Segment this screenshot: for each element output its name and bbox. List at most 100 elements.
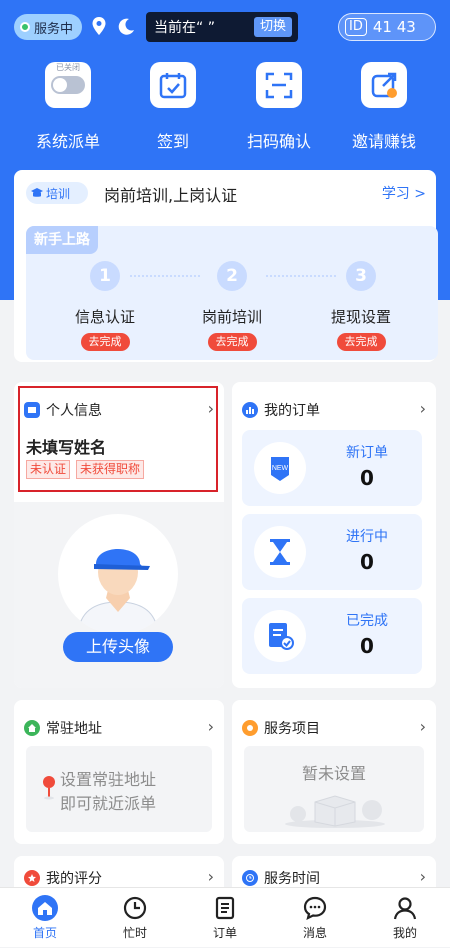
clipboard-icon [211,894,239,922]
clock-icon [121,894,149,922]
service-time-title: 服务时间 [264,871,320,887]
empty-box-icon [285,795,385,828]
chevron-right-icon[interactable]: › [420,399,426,418]
service-title: 服务项目 [264,721,320,737]
id-value: 41 43 [372,18,416,36]
current-location-text: 当前在“ ” [154,20,215,36]
order-count: 0 [360,634,374,658]
orders-title: 我的订单 [264,403,320,419]
tab-busy-time[interactable]: 忙时 [90,888,180,948]
step-complete-button[interactable]: 去完成 [80,333,130,351]
service-header: 服务项目 [242,718,320,738]
chevron-right-icon[interactable]: › [208,867,214,886]
step-number: 1 [90,261,120,291]
upload-avatar-button[interactable]: 上传头像 [63,632,173,662]
quick-action-label: 签到 [156,132,189,151]
address-hint-line2: 即可就近派单 [60,794,157,813]
location-pin-icon[interactable] [91,16,107,36]
service-icon [242,720,258,736]
quick-action-label: 系统派单 [35,132,100,151]
scan-icon [256,62,302,108]
chevron-right-icon[interactable]: › [420,867,426,886]
badge-no-title: 未获得职称 [76,460,145,479]
quick-action-checkin[interactable]: 签到 [123,62,223,152]
moon-icon[interactable] [116,17,136,37]
avatar[interactable] [58,514,178,634]
order-label: 新订单 [346,445,388,461]
current-location-box: 当前在“ ” 切换 [146,12,298,42]
graduation-cap-icon [31,188,43,197]
step-number: 3 [346,261,376,291]
tab-home[interactable]: 首页 [0,888,90,948]
tab-label: 忙时 [122,926,147,940]
toggle-status-text: 已关闭 [56,63,80,72]
profile-card[interactable]: 个人信息 › 未填写姓名 未认证 未获得职称 上传头像 [14,382,224,688]
order-count: 0 [360,466,374,490]
service-placeholder: 暂未设置 [244,746,424,832]
clock-icon [242,870,258,886]
status-dot-icon [20,22,30,32]
learn-link[interactable]: 学习 > [382,183,426,203]
rating-header: 我的评分 [24,868,102,888]
novice-step-2: 2 岗前培训 去完成 [167,261,297,351]
bottom-tab-bar: 首页 忙时 订单 消息 我的 [0,887,450,947]
order-in-progress[interactable]: 进行中 0 [242,514,422,590]
quick-action-scan[interactable]: 扫码确认 [229,62,329,152]
chevron-right-icon[interactable]: › [208,717,214,736]
quick-action-invite[interactable]: 邀请赚钱 [334,62,434,152]
novice-guide: 新手上路 1 信息认证 去完成 2 岗前培训 去完成 3 提现设置 去完成 [26,226,438,360]
order-label: 已完成 [346,613,388,629]
id-card-icon [24,402,40,418]
order-count: 0 [360,550,374,574]
tab-orders[interactable]: 订单 [180,888,270,948]
step-name: 岗前培训 [201,308,262,326]
address-card[interactable]: 常驻地址 › 设置常驻地址 即可就近派单 [14,700,224,844]
calendar-check-icon [150,62,196,108]
quick-action-dispatch[interactable]: 已关闭 系统派单 [18,62,118,152]
share-coin-icon [361,62,407,108]
home-icon [24,720,40,736]
id-badge[interactable]: ID 41 43 [338,13,436,41]
chat-bubble-icon [301,894,329,922]
chevron-right-icon[interactable]: › [420,717,426,736]
profile-name: 未填写姓名 [26,438,107,457]
star-icon [24,870,40,886]
tab-profile[interactable]: 我的 [360,888,450,948]
orders-card: 我的订单 › NEW 新订单 0 进行中 0 已完成 0 [232,382,436,688]
training-tag-label: 培训 [46,186,71,201]
order-new[interactable]: NEW 新订单 0 [242,430,422,506]
toggle-off-icon: 已关闭 [45,62,91,108]
rating-title: 我的评分 [46,871,102,887]
profile-title: 个人信息 [46,403,102,419]
new-tag-icon: NEW [254,442,306,494]
novice-step-1: 1 信息认证 去完成 [40,261,170,351]
service-status-label: 服务中 [34,21,74,37]
novice-label: 新手上路 [26,226,98,254]
address-placeholder: 设置常驻地址 即可就近派单 [26,746,212,832]
order-completed[interactable]: 已完成 0 [242,598,422,674]
step-complete-button[interactable]: 去完成 [207,333,257,351]
tab-messages[interactable]: 消息 [270,888,360,948]
address-title: 常驻地址 [46,721,102,737]
bar-chart-icon [242,402,258,418]
badge-unverified: 未认证 [26,460,71,479]
step-complete-button[interactable]: 去完成 [336,333,386,351]
profile-header: 个人信息 [24,400,102,420]
id-tag: ID [345,18,367,36]
tab-label: 首页 [32,926,57,940]
quick-action-label: 扫码确认 [246,132,311,151]
service-status-pill[interactable]: 服务中 [14,14,82,40]
profile-badges: 未认证 未获得职称 [26,460,145,479]
training-title: 岗前培训,上岗认证 [104,186,238,205]
chevron-right-icon[interactable]: › [208,399,214,418]
user-icon [391,894,419,922]
worker-avatar-icon [77,549,159,634]
address-header: 常驻地址 [24,718,102,738]
map-pin-icon [43,776,55,800]
service-card[interactable]: 服务项目 › 暂未设置 [232,700,436,844]
switch-location-button[interactable]: 切换 [253,17,292,37]
service-time-header: 服务时间 [242,868,320,888]
hourglass-icon [254,526,306,578]
step-name: 信息认证 [74,308,135,326]
quick-action-label: 邀请赚钱 [351,132,416,151]
